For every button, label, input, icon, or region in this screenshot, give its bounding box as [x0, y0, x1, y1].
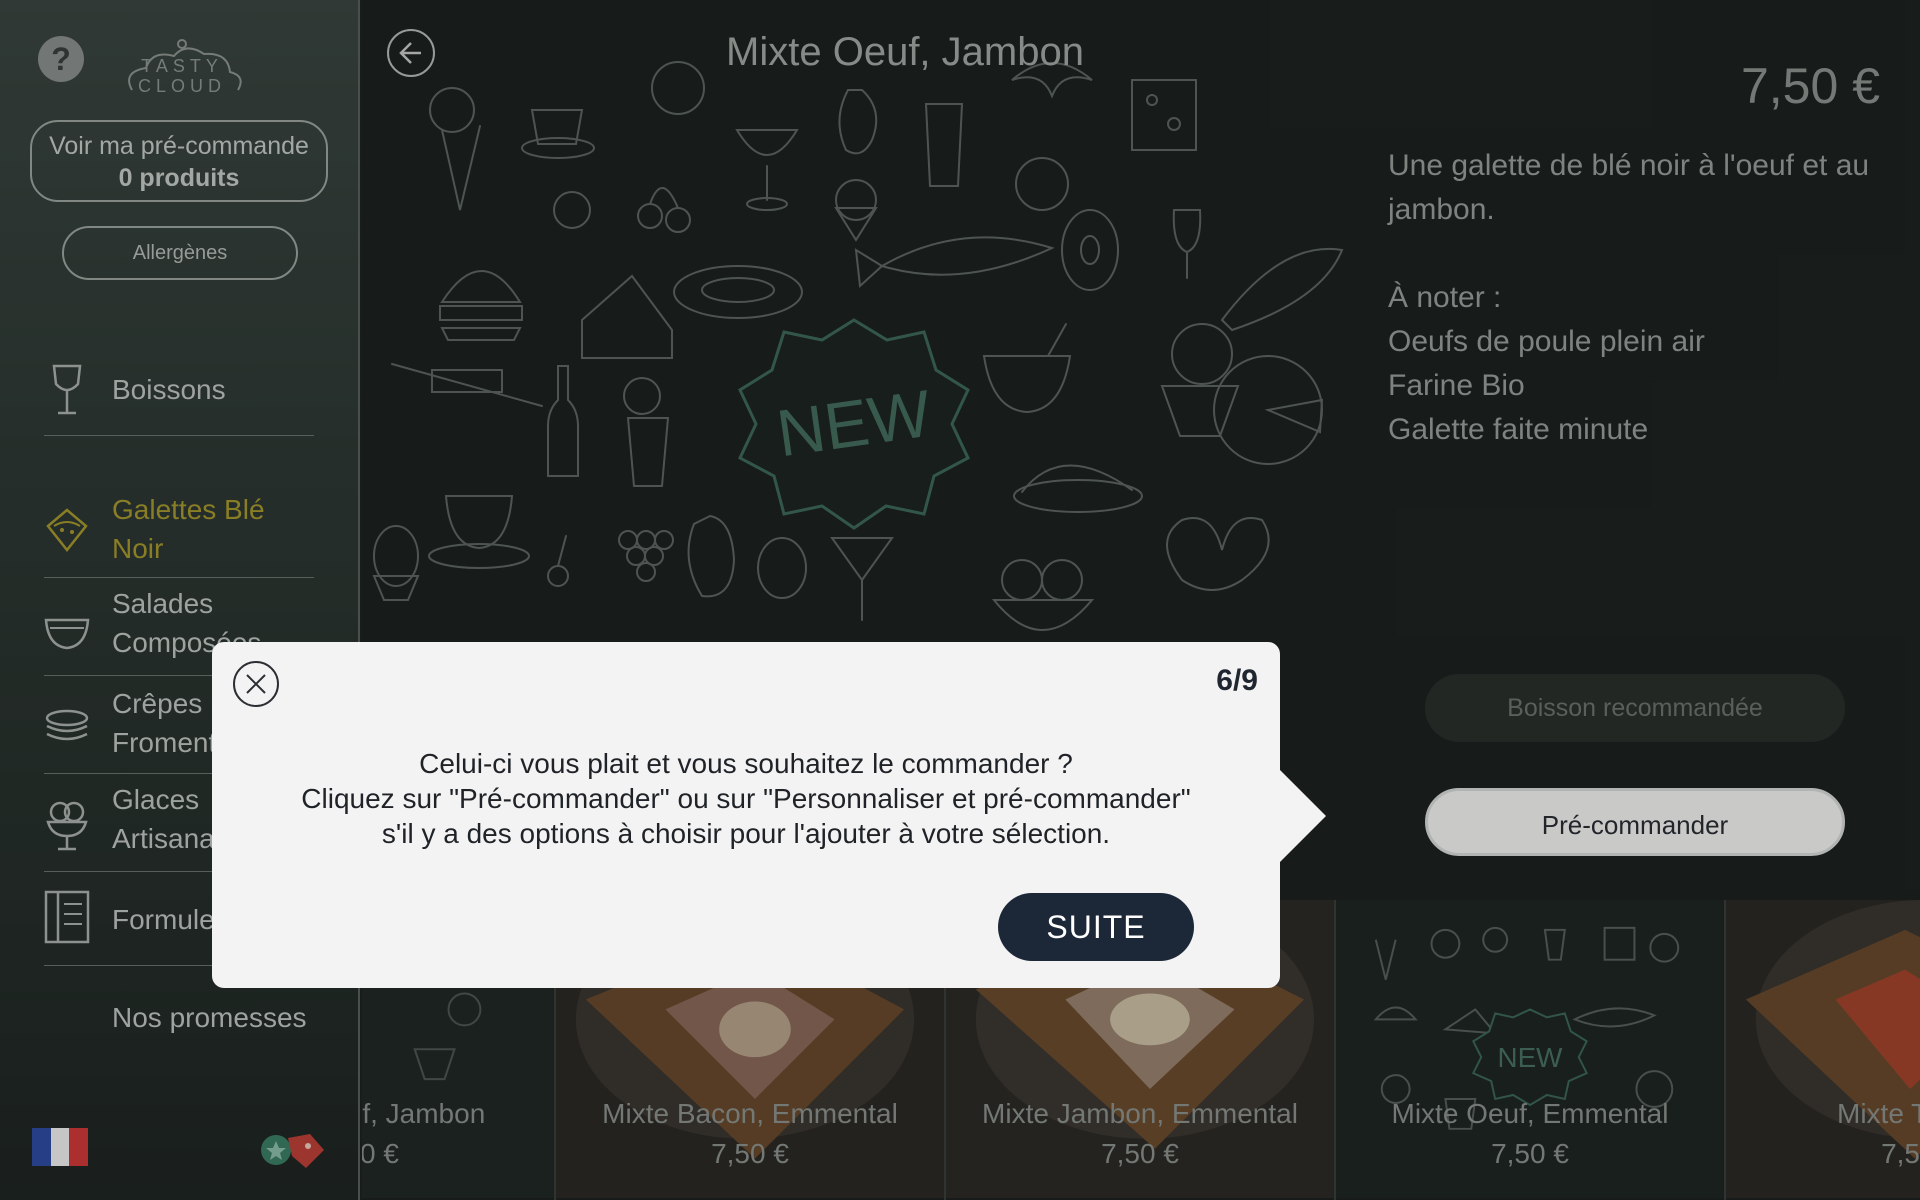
note-item: Galette faite minute — [1388, 413, 1649, 446]
product-card-name: Mixte Jambon, Emmental — [982, 1098, 1298, 1129]
french-flag-icon[interactable] — [32, 1128, 89, 1166]
product-card-price: 7,50 € — [362, 1138, 399, 1169]
product-title: Mixte Oeuf, Jambon — [726, 30, 1084, 74]
next-button[interactable]: SUITE — [998, 893, 1194, 961]
loyalty-tags-icon[interactable] — [258, 1124, 328, 1172]
note-title: À noter : — [1388, 281, 1502, 314]
back-button[interactable] — [387, 29, 435, 77]
product-card-price: 7,50 € — [1881, 1138, 1920, 1169]
sidebar-item-label: Galettes Blé Noir — [112, 494, 265, 564]
view-preorder-button[interactable]: Voir ma pré-commande 0 produits — [30, 120, 328, 202]
food-doodles-illustration: NEW — [372, 61, 1344, 631]
product-card-name: Mixte Oeuf, Emmental — [1391, 1098, 1669, 1129]
tutorial-dialog: 6/9 Celui-ci vous plait et vous souhaite… — [212, 642, 1326, 988]
menu-book-icon — [44, 890, 90, 944]
question-mark-icon[interactable]: ? — [38, 36, 84, 82]
preorder-count: 0 produits — [118, 164, 240, 192]
product-card-price: 7,50 € — [1101, 1138, 1179, 1169]
sidebar-item-boissons[interactable]: Boissons — [44, 350, 314, 436]
logo-line1: TASTY — [141, 56, 223, 76]
sidebar-item-galettes[interactable]: Galettes Blé Noir — [44, 484, 314, 578]
note-item: Oeufs de poule plein air — [1388, 325, 1705, 358]
close-button[interactable] — [233, 661, 279, 707]
product-card[interactable]: Mixte Tomate 7,50 € — [1726, 900, 1920, 1200]
allergens-button[interactable]: Allergènes — [62, 226, 298, 280]
salad-bowl-icon — [44, 618, 90, 650]
sidebar-item-promesses[interactable]: Nos promesses — [44, 990, 314, 1046]
wine-glass-icon — [52, 364, 82, 415]
sidebar-item-label: Nos promesses — [112, 1002, 307, 1033]
product-card-price: 7,50 € — [711, 1138, 789, 1169]
tutorial-message: Celui-ci vous plait et vous souhaitez le… — [212, 746, 1280, 851]
crepes-stack-icon — [45, 709, 89, 741]
preorder-button[interactable]: Pré-commander — [1425, 788, 1845, 856]
tutorial-message-line: Celui-ci vous plait et vous souhaitez le… — [419, 748, 1073, 779]
description-text: Une galette de blé noir à l'oeuf et au j… — [1388, 149, 1870, 226]
sidebar-item-label: Boissons — [112, 374, 226, 405]
arrow-left-icon — [399, 42, 421, 64]
product-price: 7,50 € — [1740, 58, 1880, 114]
product-card-name: Mixte Oeuf, Jambon — [362, 1098, 486, 1129]
product-card-name: Mixte Tomate — [1837, 1098, 1920, 1129]
sidebar: ? TASTY CLOUD Voir ma pré-commande 0 pro… — [0, 0, 360, 1200]
tutorial-step-counter: 6/9 — [1216, 664, 1258, 697]
logo-line2: CLOUD — [137, 76, 226, 96]
product-card[interactable]: NEW Mixte Oeuf, Emmental 7,50 € — [1336, 900, 1726, 1200]
tutorial-message-line: s'il y a des options à choisir pour l'aj… — [381, 818, 1111, 849]
product-card-price: 7,50 € — [1491, 1138, 1569, 1169]
new-badge-icon: NEW — [738, 318, 970, 530]
product-description: Une galette de blé noir à l'oeuf et au j… — [1388, 144, 1888, 452]
note-item: Farine Bio — [1388, 369, 1525, 402]
recommended-drink-button[interactable]: Boisson recommandée — [1425, 674, 1845, 742]
preorder-label: Voir ma pré-commande — [49, 132, 309, 160]
ice-cream-cup-icon — [46, 801, 88, 851]
svg-text:NEW: NEW — [1498, 1042, 1564, 1073]
tutorial-message-line: Cliquez sur "Pré-commander" ou sur "Pers… — [301, 783, 1191, 814]
close-icon — [246, 674, 266, 694]
galette-icon — [46, 508, 88, 553]
logo: TASTY CLOUD — [112, 38, 252, 98]
product-card-name: Mixte Bacon, Emmental — [602, 1098, 898, 1129]
dialog-pointer-arrow — [1278, 768, 1326, 864]
